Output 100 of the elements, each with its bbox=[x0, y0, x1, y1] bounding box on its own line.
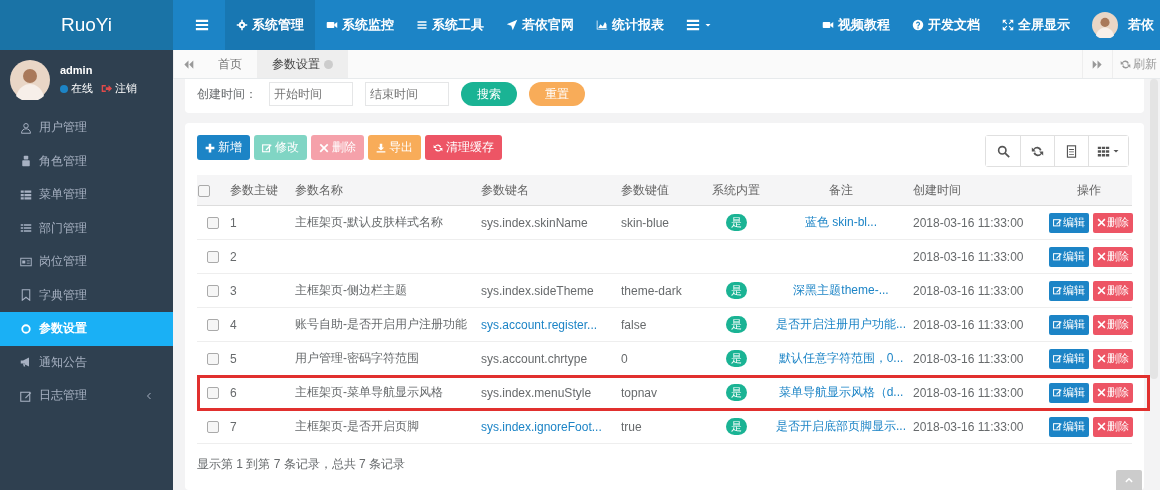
table-link[interactable]: 是否开启注册用户功能... bbox=[776, 317, 906, 331]
table-cell: 2018-03-16 11:33:00 bbox=[913, 215, 1024, 230]
status-badge: 是 bbox=[725, 350, 747, 367]
user-menu-button[interactable]: 若依 bbox=[1081, 0, 1160, 50]
sidebar-item[interactable]: 用户管理 bbox=[0, 111, 173, 145]
edit-button[interactable]: 编辑 bbox=[1049, 212, 1089, 233]
sidebar-item[interactable]: 日志管理 bbox=[0, 379, 173, 413]
page-tab[interactable]: 参数设置 bbox=[257, 50, 348, 78]
nav-menu-item[interactable]: 系统监控 bbox=[315, 0, 405, 50]
column-header: 参数主键 bbox=[229, 175, 294, 206]
edit-button[interactable]: 编辑 bbox=[1049, 280, 1089, 301]
checkbox[interactable] bbox=[207, 319, 219, 332]
delete-button[interactable]: 删除 bbox=[1093, 314, 1133, 335]
nav-menu-item[interactable]: 系统工具 bbox=[405, 0, 495, 50]
delete-button[interactable]: 删除 bbox=[1093, 416, 1133, 437]
table-link[interactable]: sys.index.ignoreFoot... bbox=[481, 419, 602, 434]
scrollbar[interactable] bbox=[1150, 79, 1158, 379]
clear-button[interactable]: 清理缓存 bbox=[425, 135, 502, 160]
table-tool-button[interactable] bbox=[1088, 136, 1128, 166]
date-field[interactable]: 结束时间 bbox=[365, 82, 449, 106]
area-chart-icon bbox=[596, 19, 608, 31]
nav-menu-item[interactable]: 系统管理 bbox=[225, 0, 315, 50]
sidebar-item[interactable]: 角色管理 bbox=[0, 144, 173, 178]
table-cell: topnav bbox=[621, 385, 658, 400]
checkbox[interactable] bbox=[207, 353, 219, 366]
circle-icon bbox=[20, 322, 32, 335]
list-icon bbox=[20, 188, 32, 201]
table-cell: 3 bbox=[230, 283, 237, 298]
edit-button[interactable]: 编辑 bbox=[1049, 246, 1089, 267]
table-link[interactable]: 是否开启底部页脚显示... bbox=[776, 419, 906, 433]
nav-link[interactable]: 全屏显示 bbox=[991, 0, 1081, 50]
add-button[interactable]: 新增 bbox=[197, 135, 250, 160]
edit-icon bbox=[1053, 354, 1062, 363]
delete-button[interactable]: 删除 bbox=[1093, 382, 1133, 403]
page-tab[interactable]: 首页 bbox=[203, 50, 257, 78]
bullhorn-icon bbox=[20, 356, 32, 369]
table-cell: 2018-03-16 11:33:00 bbox=[913, 351, 1024, 366]
column-header: 参数名称 bbox=[294, 175, 480, 206]
sidebar-item[interactable]: 字典管理 bbox=[0, 278, 173, 312]
list-icon bbox=[20, 222, 32, 235]
checkbox[interactable] bbox=[207, 217, 219, 230]
edit-button[interactable]: 编辑 bbox=[1049, 348, 1089, 369]
table-cell: 2 bbox=[230, 249, 237, 264]
table-cell: theme-dark bbox=[621, 283, 682, 298]
refresh-icon bbox=[1120, 58, 1131, 70]
edit-button[interactable]: 编辑 bbox=[1049, 314, 1089, 335]
table-cell: sys.account.chrtype bbox=[481, 351, 588, 366]
grid-icon bbox=[1097, 144, 1110, 158]
delete-button[interactable]: 删除 bbox=[1093, 348, 1133, 369]
avatar bbox=[1092, 12, 1118, 38]
logout-link[interactable]: 注销 bbox=[101, 81, 137, 96]
checkbox[interactable] bbox=[207, 421, 219, 434]
sidebar-item[interactable]: 岗位管理 bbox=[0, 245, 173, 279]
date-field[interactable]: 开始时间 bbox=[269, 82, 353, 106]
pagination-summary: 显示第 1 到第 7 条记录，总共 7 条记录 bbox=[197, 456, 406, 473]
sidebar-item[interactable]: 参数设置 bbox=[0, 312, 173, 346]
caret-icon bbox=[1112, 147, 1120, 155]
bookmark-icon bbox=[20, 289, 32, 302]
status-badge: 是 bbox=[725, 384, 747, 401]
table-link[interactable]: sys.account.register... bbox=[481, 317, 598, 332]
refresh-button[interactable]: 刷新 bbox=[1112, 50, 1160, 78]
checkbox[interactable] bbox=[207, 387, 219, 400]
table-link[interactable]: 默认任意字符范围，0... bbox=[778, 351, 904, 365]
edit-icon bbox=[20, 389, 32, 402]
checkbox[interactable] bbox=[198, 184, 210, 197]
table-cell: 6 bbox=[230, 385, 237, 400]
table-cell: 主框架页-默认皮肤样式名称 bbox=[295, 215, 443, 229]
nav-menu-item[interactable]: 统计报表 bbox=[585, 0, 675, 50]
id-card-icon bbox=[20, 255, 32, 268]
sidebar-item[interactable]: 通知公告 bbox=[0, 345, 173, 379]
table-cell: false bbox=[621, 317, 647, 332]
field-label: 创建时间： bbox=[197, 85, 257, 103]
checkbox[interactable] bbox=[207, 251, 219, 264]
table-cell: 2018-03-16 11:33:00 bbox=[913, 419, 1024, 434]
table-link[interactable]: 蓝色 skin-bl... bbox=[805, 215, 877, 229]
search-icon bbox=[996, 144, 1010, 158]
back-to-top-button[interactable] bbox=[1116, 470, 1142, 490]
search-button[interactable]: 搜索 bbox=[461, 82, 517, 106]
table-link[interactable]: 深黑主题theme-... bbox=[793, 283, 889, 297]
chevron-left-icon bbox=[145, 391, 153, 400]
delete-button[interactable]: 删除 bbox=[1093, 212, 1133, 233]
edit-icon bbox=[1053, 388, 1062, 397]
table-cell: 主框架页-侧边栏主题 bbox=[295, 283, 407, 297]
delete-button[interactable]: 删除 bbox=[1093, 246, 1133, 267]
sidebar-item[interactable]: 菜单管理 bbox=[0, 178, 173, 212]
nav-menu-item[interactable]: 若依官网 bbox=[495, 0, 585, 50]
video-camera-icon bbox=[326, 19, 338, 31]
sidebar-item[interactable]: 部门管理 bbox=[0, 211, 173, 245]
table-cell: 主框架页-是否开启页脚 bbox=[295, 419, 419, 433]
edit-button[interactable]: 编辑 bbox=[1049, 416, 1089, 437]
table-cell: 2018-03-16 11:33:00 bbox=[913, 249, 1024, 264]
table-link[interactable]: 菜单导航显示风格（d... bbox=[778, 385, 904, 399]
checkbox[interactable] bbox=[207, 285, 219, 298]
nav-link[interactable]: 视频教程 bbox=[811, 0, 901, 50]
column-header: 系统内置 bbox=[702, 175, 770, 206]
delete-button[interactable]: 删除 bbox=[1093, 280, 1133, 301]
table-cell: sys.index.menuStyle bbox=[481, 385, 592, 400]
table-cell: 2018-03-16 11:33:00 bbox=[913, 317, 1024, 332]
nav-link[interactable]: 开发文档 bbox=[901, 0, 991, 50]
edit-button[interactable]: 编辑 bbox=[1049, 382, 1089, 403]
